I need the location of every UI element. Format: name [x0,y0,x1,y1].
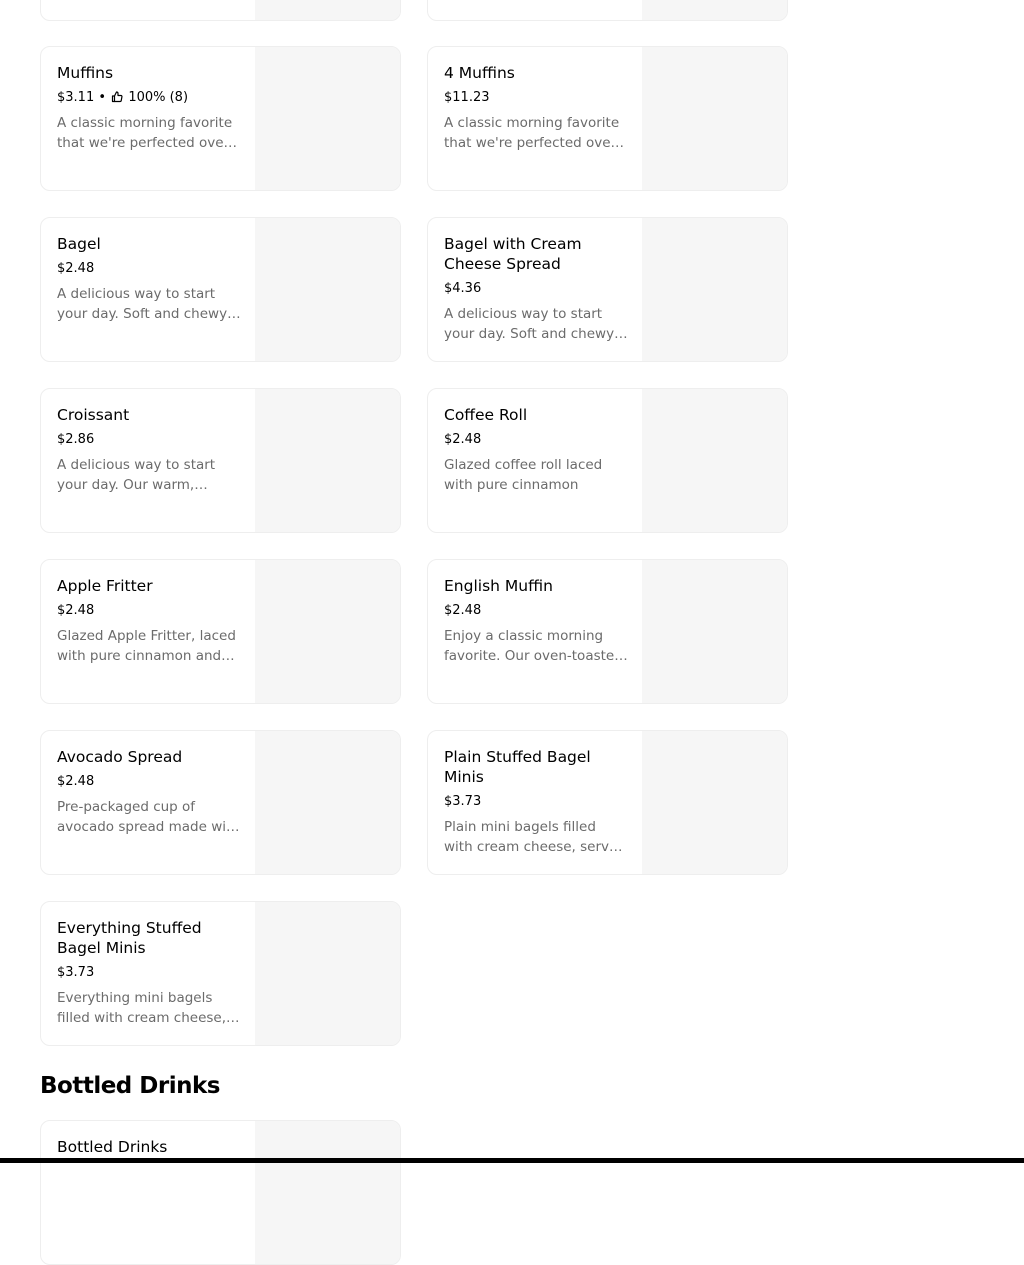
menu-item-description: A delicious way to start your day. Our w… [57,457,216,493]
menu-item-info: Muffins $3.11 • 100% (8) A classic morni… [57,63,241,153]
menu-item-card[interactable]: Bagel $2.48 A delicious way to start you… [40,217,401,362]
menu-item-name: 4 Muffins [444,64,515,82]
menu-item-name: Croissant [57,406,130,424]
menu-item-card[interactable]: Muffins $3.11 • 100% (8) A classic morni… [40,46,401,191]
menu-item-rating: 100% (8) [128,90,189,105]
menu-item-price: $2.48 [444,603,482,618]
menu-item-price: $4.36 [444,281,482,296]
menu-item-info: 4 Muffins $11.23 A classic morning favor… [444,63,628,153]
menu-item-card[interactable]: Bottled Drinks [40,1120,401,1265]
menu-item-description: Enjoy a classic morning favorite. Our ov… [444,628,623,664]
menu-item-image [642,560,787,703]
menu-item-name: English Muffin [444,577,553,595]
menu-item-image [255,389,400,532]
menu-item-card[interactable] [427,0,788,21]
menu-item-image [255,560,400,703]
menu-item-info: English Muffin $2.48 Enjoy a classic mor… [444,576,628,666]
menu-item-image [642,47,787,190]
menu-item-info: Avocado Spread $2.48 Pre-packaged cup of… [57,747,241,837]
menu-item-info: Coffee Roll $2.48 Glazed coffee roll lac… [444,405,628,495]
menu-item-name: Coffee Roll [444,406,528,424]
menu-item-image [255,218,400,361]
menu-item-description: Everything mini bagels filled with cream… [57,990,227,1026]
menu-item-card[interactable]: Bagel with Cream Cheese Spread $4.36 A d… [427,217,788,362]
menu-item-description: Glazed coffee roll laced with pure cinna… [444,457,603,493]
menu-item-info: Croissant $2.86 A delicious way to start… [57,405,241,495]
menu-item-name: Bottled Drinks [57,1138,168,1156]
separator-dot: • [98,90,107,105]
menu-item-price-row: $3.11 • 100% (8) [57,89,241,107]
menu-item-description: Plain mini bagels filled with cream chee… [444,819,626,855]
menu-item-card[interactable]: 4 Muffins $11.23 A classic morning favor… [427,46,788,191]
menu-item-image [255,1121,400,1264]
menu-item-image [642,0,787,20]
menu-item-price: $2.48 [57,774,95,789]
menu-item-image [255,0,400,20]
menu-item-image [255,731,400,874]
menu-item-name: Plain Stuffed Bagel Minis [444,748,591,786]
menu-item-card[interactable]: Coffee Roll $2.48 Glazed coffee roll lac… [427,388,788,533]
menu-item-price: $3.73 [57,965,95,980]
menu-item-description: A classic morning favorite that we're pe… [444,115,620,151]
menu-item-name: Apple Fritter [57,577,153,595]
menu-item-info: Plain Stuffed Bagel Minis $3.73 Plain mi… [444,747,628,857]
menu-item-description: Pre-packaged cup of avocado spread made … [57,799,240,835]
menu-item-description: Glazed Apple Fritter, laced with pure ci… [57,628,236,664]
menu-item-image [255,47,400,190]
menu-item-card[interactable]: English Muffin $2.48 Enjoy a classic mor… [427,559,788,704]
menu-item-name: Muffins [57,64,114,82]
menu-item-name: Bagel [57,235,101,253]
menu-item-price: $2.86 [57,432,95,447]
menu-item-card[interactable]: Avocado Spread $2.48 Pre-packaged cup of… [40,730,401,875]
menu-item-image [642,389,787,532]
menu-item-info: Bagel with Cream Cheese Spread $4.36 A d… [444,234,628,344]
menu-item-info: Bagel $2.48 A delicious way to start you… [57,234,241,324]
menu-item-info: Apple Fritter $2.48 Glazed Apple Fritter… [57,576,241,666]
menu-item-info: Bottled Drinks [57,1137,241,1157]
menu-item-image [255,902,400,1045]
menu-item-description: A classic morning favorite that we're pe… [57,115,233,151]
section-title: Bottled Drinks [40,1073,220,1099]
menu-item-info: Everything Stuffed Bagel Minis $3.73 Eve… [57,918,241,1028]
menu-item-name: Bagel with Cream Cheese Spread [444,235,582,273]
menu-item-price: $2.48 [57,261,95,276]
menu-item-card[interactable]: Croissant $2.86 A delicious way to start… [40,388,401,533]
menu-item-price: $2.48 [57,603,95,618]
menu-item-card[interactable]: Everything Stuffed Bagel Minis $3.73 Eve… [40,901,401,1046]
menu-item-card[interactable] [40,0,401,21]
menu-item-description: A delicious way to start your day. Soft … [444,306,619,342]
menu-item-description: A delicious way to start your day. Soft … [57,286,232,322]
menu-item-price: $3.73 [444,794,482,809]
thumbs-up-icon [112,91,123,103]
menu-item-card[interactable]: Plain Stuffed Bagel Minis $3.73 Plain mi… [427,730,788,875]
menu-item-image [642,731,787,874]
menu-item-name: Everything Stuffed Bagel Minis [57,919,202,957]
menu-item-price: $2.48 [444,432,482,447]
menu-item-price: $11.23 [444,90,490,105]
menu-item-card[interactable]: Apple Fritter $2.48 Glazed Apple Fritter… [40,559,401,704]
menu-item-name: Avocado Spread [57,748,183,766]
bottom-bar [0,1158,1024,1163]
menu-item-image [642,218,787,361]
menu-item-price: $3.11 [57,90,95,105]
